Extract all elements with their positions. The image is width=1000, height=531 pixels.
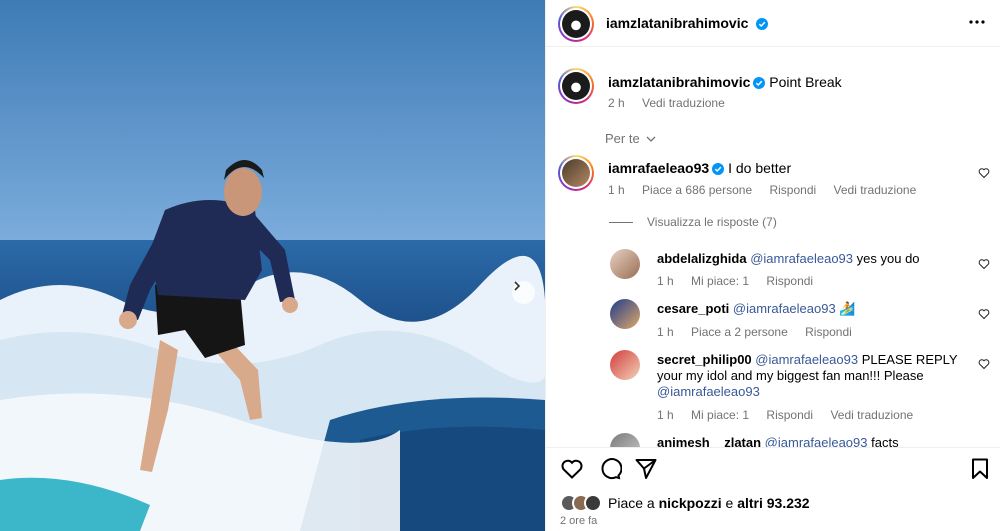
verified-icon (712, 163, 725, 175)
caption-translate[interactable]: Vedi traduzione (642, 96, 725, 110)
comment-translate[interactable]: Vedi traduzione (834, 183, 917, 197)
verified-icon (753, 77, 766, 89)
comment-likes[interactable]: Piace a 686 persone (642, 183, 752, 197)
chevron-right-icon (514, 281, 521, 291)
post-actions: Piace a nickpozzi e altri 93.232 2 ore f… (546, 447, 1000, 531)
heart-icon[interactable] (978, 358, 990, 370)
reply-username[interactable]: cesare_poti (657, 301, 729, 316)
reply-translate[interactable]: Vedi traduzione (830, 408, 913, 422)
author-username[interactable]: iamzlatanibrahimovic (606, 15, 748, 31)
reply-time: 1 h (657, 325, 674, 339)
reply-avatar[interactable] (610, 350, 640, 380)
likes-user[interactable]: nickpozzi (659, 495, 722, 511)
comment: iamrafaeleao93 I do better (608, 160, 791, 176)
reply-likes[interactable]: Piace a 2 persone (691, 325, 788, 339)
author-avatar[interactable] (558, 6, 594, 42)
comment-time: 1 h (608, 183, 625, 197)
bookmark-icon[interactable] (968, 457, 992, 481)
reply-likes[interactable]: Mi piace: 1 (691, 274, 749, 288)
divider (609, 221, 633, 223)
share-icon[interactable] (634, 457, 658, 481)
heart-icon[interactable] (978, 258, 990, 270)
heart-icon[interactable] (978, 308, 990, 320)
reply-likes[interactable]: Mi piace: 1 (691, 408, 749, 422)
comment-icon[interactable] (598, 457, 622, 481)
liker-avatar (584, 494, 602, 512)
caption-avatar[interactable] (558, 68, 594, 104)
caption-text: Point Break (769, 74, 842, 90)
reply: cesare_poti @iamrafaeleao93 🏄 (657, 301, 856, 317)
post-age: 2 ore fa (560, 515, 598, 527)
likes-others[interactable]: altri 93.232 (737, 495, 809, 511)
reply-text: yes you do (856, 251, 920, 266)
reply-reply-button[interactable]: Rispondi (766, 408, 813, 422)
reply-time: 1 h (657, 408, 674, 422)
reply-username[interactable]: secret_philip00 (657, 352, 752, 367)
heart-icon[interactable] (560, 457, 584, 481)
chevron-down-icon (646, 136, 656, 142)
reply-avatar[interactable] (610, 299, 640, 329)
reply-mention[interactable]: @iamrafaeleao93 (733, 301, 836, 316)
reply-username[interactable]: abdelalizghida (657, 251, 747, 266)
reply-mention[interactable]: @iamrafaeleao93 (750, 251, 853, 266)
reply-text: 🏄 (839, 301, 856, 316)
more-icon[interactable] (969, 14, 985, 30)
reply-mention-2[interactable]: @iamrafaeleao93 (657, 384, 760, 399)
verified-icon (755, 18, 768, 30)
view-replies-button[interactable]: Visualizza le risposte (7) (609, 215, 777, 229)
next-photo-button[interactable] (512, 281, 535, 304)
comment-reply-button[interactable]: Rispondi (769, 183, 816, 197)
post-header: iamzlatanibrahimovic (546, 0, 1000, 47)
caption-username[interactable]: iamzlatanibrahimovic (608, 74, 750, 90)
caption-time: 2 h (608, 96, 625, 110)
comment-username[interactable]: iamrafaeleao93 (608, 160, 709, 176)
sort-filter[interactable]: Per te (605, 131, 656, 146)
reply-reply-button[interactable]: Rispondi (766, 274, 813, 288)
surf-photo (0, 0, 545, 531)
likes-prefix: Piace a (608, 495, 655, 511)
caption: iamzlatanibrahimovic Point Break (608, 74, 842, 90)
likes-summary: Piace a nickpozzi e altri 93.232 (560, 494, 810, 512)
post-panel: iamzlatanibrahimovic iamzlatanibrahimovi… (545, 0, 1000, 531)
reply: secret_philip00 @iamrafaeleao93 PLEASE R… (657, 352, 967, 400)
reply-time: 1 h (657, 274, 674, 288)
reply-avatar[interactable] (610, 249, 640, 279)
reply: abdelalizghida @iamrafaeleao93 yes you d… (657, 251, 920, 266)
comment-avatar[interactable] (558, 155, 594, 191)
likes-connector: e (725, 495, 734, 511)
heart-icon[interactable] (978, 167, 990, 179)
comment-text: I do better (728, 160, 792, 176)
reply-mention[interactable]: @iamrafaeleao93 (755, 352, 858, 367)
post-photo (0, 0, 545, 531)
reply-reply-button[interactable]: Rispondi (805, 325, 852, 339)
